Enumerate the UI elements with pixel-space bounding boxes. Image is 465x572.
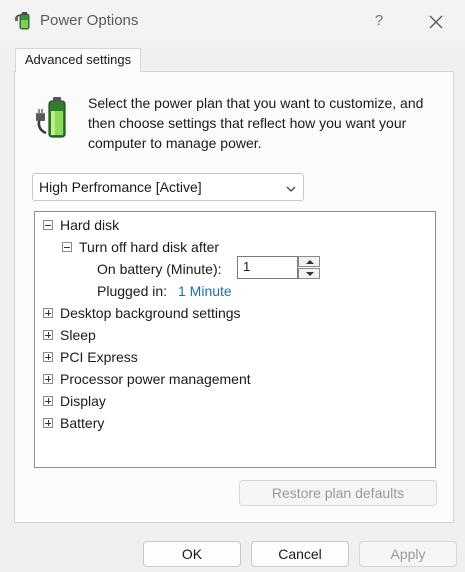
tree-item-turn-off-hard-disk[interactable]: Turn off hard disk after (79, 238, 219, 256)
tree-item-sleep[interactable]: Sleep (60, 326, 96, 344)
restore-defaults-button[interactable]: Restore plan defaults (239, 480, 437, 506)
spin-up-icon[interactable] (298, 256, 320, 267)
power-options-icon (15, 10, 35, 32)
power-plan-selected: High Perfromance [Active] (39, 179, 202, 195)
plugged-in-label: Plugged in: (97, 283, 168, 299)
tab-advanced-settings[interactable]: Advanced settings (15, 48, 141, 72)
tree-item-processor-power[interactable]: Processor power management (60, 370, 251, 388)
title-bar: Power Options ? (0, 0, 465, 42)
chevron-down-icon (285, 182, 297, 194)
expand-icon[interactable] (43, 352, 53, 362)
collapse-turn-off-icon[interactable] (62, 242, 72, 252)
on-battery-stepper[interactable] (298, 256, 320, 279)
battery-plug-icon (36, 97, 78, 141)
expand-icon[interactable] (43, 374, 53, 384)
ok-button[interactable]: OK (143, 541, 241, 567)
apply-button[interactable]: Apply (359, 541, 457, 567)
expand-icon[interactable] (43, 396, 53, 406)
collapse-hard-disk-icon[interactable] (43, 220, 53, 230)
on-battery-minutes-input[interactable]: 1 (237, 256, 298, 279)
tree-item-hard-disk[interactable]: Hard disk (60, 216, 119, 234)
power-plan-dropdown[interactable]: High Perfromance [Active] (32, 173, 304, 201)
tree-item-display[interactable]: Display (60, 392, 106, 410)
tree-item-pci-express[interactable]: PCI Express (60, 348, 138, 366)
expand-icon[interactable] (43, 330, 53, 340)
tree-item-desktop-background[interactable]: Desktop background settings (60, 304, 241, 322)
cancel-button[interactable]: Cancel (251, 541, 349, 567)
spin-down-icon[interactable] (298, 268, 320, 279)
plugged-in-value-link[interactable]: 1 Minute (178, 282, 232, 300)
help-icon[interactable]: ? (368, 10, 390, 32)
on-battery-label: On battery (Minute): (97, 261, 222, 277)
expand-icon[interactable] (43, 418, 53, 428)
window-title: Power Options (40, 12, 139, 29)
tree-item-battery[interactable]: Battery (60, 414, 104, 432)
expand-icon[interactable] (43, 308, 53, 318)
close-icon[interactable] (424, 10, 448, 34)
intro-text: Select the power plan that you want to c… (88, 95, 424, 151)
